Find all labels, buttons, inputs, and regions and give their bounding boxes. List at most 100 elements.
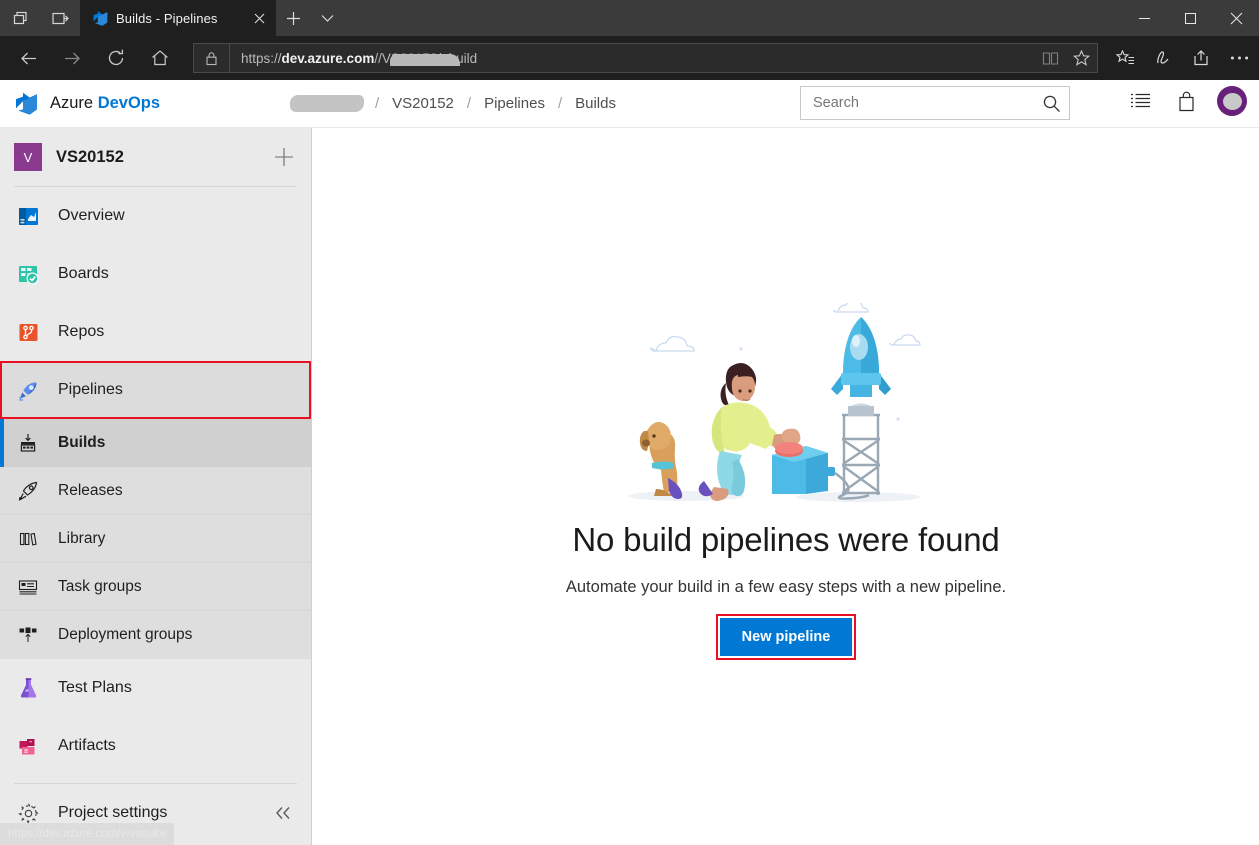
search-icon[interactable] [1033, 94, 1069, 113]
minimize-icon[interactable] [1121, 0, 1167, 36]
marketplace-bag-icon[interactable] [1171, 86, 1201, 116]
maximize-icon[interactable] [1167, 0, 1213, 36]
double-chevron-left-icon[interactable] [274, 805, 293, 821]
lock-icon [194, 44, 230, 72]
show-tab-previews-icon[interactable] [0, 0, 40, 36]
new-pipeline-container: New pipeline [715, 614, 857, 660]
header-action-icons [1125, 86, 1247, 116]
sidebar-item-deployment-groups[interactable]: Deployment groups [0, 611, 311, 659]
sidebar-item-repos[interactable]: Repos [0, 303, 311, 361]
library-icon [14, 528, 42, 550]
reading-view-icon[interactable] [1035, 44, 1066, 72]
breadcrumb-item-project[interactable]: VS20152 [388, 95, 458, 112]
work-items-list-icon[interactable] [1125, 86, 1155, 116]
plus-icon[interactable] [269, 142, 299, 172]
sidebar-item-label: Repos [58, 323, 105, 340]
sidebar-item-label: Overview [58, 207, 125, 224]
sidebar-item-builds[interactable]: Builds [0, 419, 311, 467]
breadcrumb-separator: / [466, 95, 472, 112]
set-tabs-aside-icon[interactable] [40, 0, 80, 36]
sidebar-item-library[interactable]: Library [0, 515, 311, 563]
sidebar-item-label: Boards [58, 265, 109, 282]
sidebar-item-label: Pipelines [58, 381, 123, 398]
sidebar-item-artifacts[interactable]: Artifacts [0, 717, 311, 775]
sidebar-item-overview[interactable]: Overview [0, 187, 311, 245]
breadcrumb-org-redacted [290, 95, 364, 112]
boards-icon [14, 260, 42, 288]
azure-devops-logo [14, 91, 40, 117]
test-plans-icon [14, 674, 42, 702]
search-box[interactable] [800, 86, 1070, 120]
sidebar-item-releases[interactable]: Releases [0, 467, 311, 515]
overview-icon [14, 202, 42, 230]
azure-devops-header: Azure DevOps / VS20152 / Pipelines / Bui… [0, 80, 1259, 128]
azure-devops-brand[interactable]: Azure DevOps [0, 91, 290, 117]
redaction-overlay [390, 53, 460, 66]
url-text[interactable]: https://dev.azure.com//VS20152/_build [230, 51, 1035, 66]
page-title: No build pipelines were found [572, 521, 1000, 558]
notes-pen-icon[interactable] [1144, 38, 1182, 78]
sidebar-subitem-label: Releases [58, 481, 123, 499]
breadcrumb: / VS20152 / Pipelines / Builds [290, 95, 620, 112]
new-tab-button[interactable] [276, 0, 310, 36]
new-pipeline-button[interactable]: New pipeline [715, 614, 857, 660]
artifacts-icon [14, 732, 42, 760]
breadcrumb-item-builds[interactable]: Builds [571, 95, 620, 112]
project-sidebar: V VS20152 Overview Boards Repos Pipeline… [0, 128, 312, 845]
builds-icon [14, 432, 42, 454]
browser-window: Builds - Pipelines https://dev.azure.com… [0, 0, 1259, 845]
status-bar-url: https://dev.azure.com/v-vasuke [0, 823, 175, 845]
sidebar-subitem-label: Library [58, 529, 106, 547]
back-arrow-icon[interactable] [8, 38, 48, 78]
browser-tabstrip: Builds - Pipelines [0, 0, 1259, 36]
releases-rocket-icon [14, 480, 42, 502]
sidebar-item-test-plans[interactable]: Test Plans [0, 659, 311, 717]
close-window-icon[interactable] [1213, 0, 1259, 36]
page-subtitle: Automate your build in a few easy steps … [565, 578, 1007, 596]
pipelines-icon [14, 376, 42, 404]
build-pipeline-launch-illustration [626, 299, 946, 503]
main-content: No build pipelines were found Automate y… [313, 128, 1259, 845]
browser-toolbar-actions [1106, 38, 1258, 78]
address-bar[interactable]: https://dev.azure.com//VS20152/_build [193, 43, 1098, 73]
breadcrumb-separator: / [375, 95, 380, 112]
settings-more-icon[interactable] [1220, 38, 1258, 78]
tab-title: Builds - Pipelines [116, 10, 218, 26]
refresh-icon[interactable] [96, 38, 136, 78]
sidebar-item-task-groups[interactable]: Task groups [0, 563, 311, 611]
star-icon[interactable] [1066, 44, 1097, 72]
sidebar-item-label: Test Plans [58, 679, 132, 696]
sidebar-subitem-label: Builds [58, 434, 106, 451]
breadcrumb-separator: / [557, 95, 563, 112]
browser-toolbar: https://dev.azure.com//VS20152/_build [0, 36, 1259, 80]
sidebar-subitem-label: Task groups [58, 577, 142, 595]
deployment-groups-icon [14, 624, 42, 646]
chevron-down-icon[interactable] [310, 0, 344, 36]
search-input[interactable] [801, 95, 1033, 111]
share-icon[interactable] [1182, 38, 1220, 78]
address-bar-actions [1035, 43, 1097, 73]
gear-icon [14, 802, 42, 825]
sidebar-subitem-label: Deployment groups [58, 626, 193, 643]
task-groups-icon [14, 576, 42, 598]
sidebar-item-label: Project settings [58, 804, 168, 821]
brand-text: Azure DevOps [50, 94, 161, 112]
project-avatar: V [14, 143, 42, 171]
avatar-image [1222, 92, 1242, 110]
pipelines-submenu: Builds Releases Library Task groups Depl… [0, 419, 311, 659]
favorites-hub-icon[interactable] [1106, 38, 1144, 78]
user-avatar[interactable] [1217, 86, 1247, 116]
close-icon[interactable] [250, 9, 268, 27]
home-icon[interactable] [140, 38, 180, 78]
window-controls [1121, 0, 1259, 36]
forward-arrow-icon[interactable] [52, 38, 92, 78]
repos-icon [14, 318, 42, 346]
project-header[interactable]: V VS20152 [0, 128, 311, 186]
azure-devops-favicon [92, 10, 109, 27]
sidebar-item-boards[interactable]: Boards [0, 245, 311, 303]
browser-tab-active[interactable]: Builds - Pipelines [80, 0, 276, 36]
sidebar-item-pipelines[interactable]: Pipelines [0, 361, 311, 419]
sidebar-item-label: Artifacts [58, 737, 116, 754]
project-name: VS20152 [56, 147, 124, 166]
breadcrumb-item-pipelines[interactable]: Pipelines [480, 95, 549, 112]
